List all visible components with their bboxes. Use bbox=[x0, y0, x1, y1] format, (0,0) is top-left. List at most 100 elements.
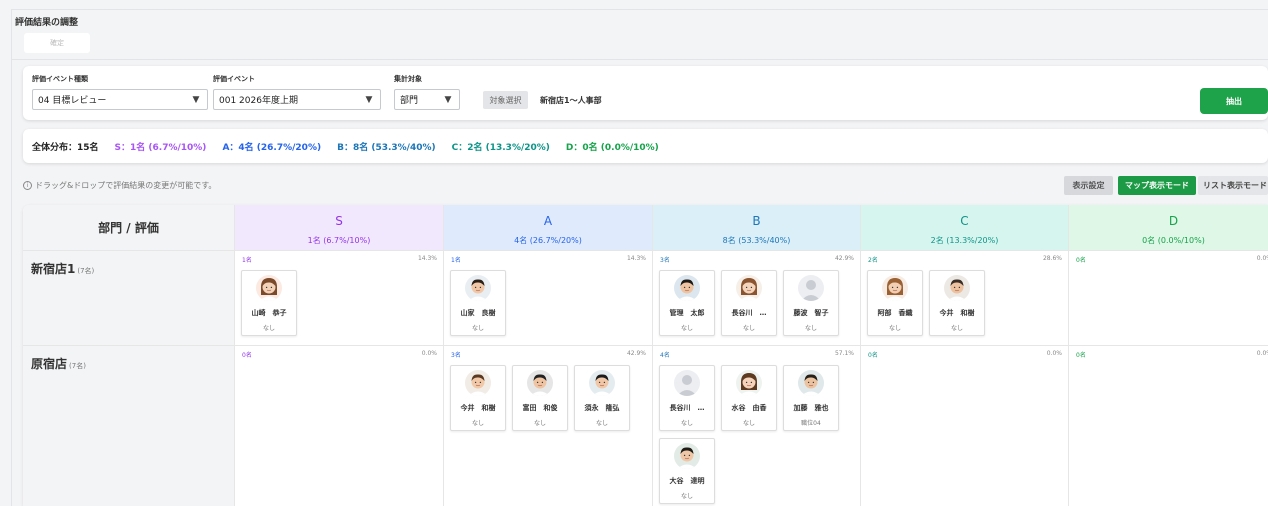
cell-percent: 28.6% bbox=[1042, 255, 1062, 262]
filter-panel: 評価イベント種類 04 目標レビュー ▼ 評価イベント 001 2026年度上期… bbox=[23, 66, 1268, 120]
chevron-down-icon: ▼ bbox=[365, 94, 373, 105]
event-label: 評価イベント bbox=[213, 75, 255, 83]
employee-grade: なし bbox=[595, 420, 608, 427]
employee-card[interactable]: 山家 良樹 なし bbox=[450, 270, 506, 336]
employee-card[interactable]: 藤波 智子 なし bbox=[783, 270, 839, 336]
employee-name: 今井 和樹 bbox=[939, 309, 975, 317]
distribution-a: A：4名 (26.7%/20%) bbox=[222, 142, 322, 153]
aggregate-select[interactable]: 部門 ▼ bbox=[394, 89, 460, 110]
evaluation-grid: 部門 / 評価 S 1名 (6.7%/10%) A 4名 (26.7%/20%) B 8名… bbox=[23, 205, 1268, 506]
map-mode-button[interactable]: マップ表示モード bbox=[1118, 176, 1196, 195]
grid-cell[interactable]: 3名 42.9% 今井 和樹 なし 富田 和俊 なし 須永 隆弘 なし bbox=[444, 346, 653, 506]
confirm-button[interactable]: 確定 bbox=[24, 33, 90, 53]
cell-count: 0名 bbox=[868, 352, 878, 359]
department-label: 新宿店1 bbox=[31, 262, 76, 276]
employee-card[interactable]: 今井 和樹 なし bbox=[929, 270, 985, 336]
employee-card[interactable]: 大谷 達明 なし bbox=[659, 438, 715, 504]
grade-count: 4名 (26.7%/20%) bbox=[514, 236, 582, 245]
display-settings-button[interactable]: 表示設定 bbox=[1064, 176, 1113, 195]
grade-label: C bbox=[960, 214, 969, 228]
info-icon: i bbox=[23, 181, 32, 190]
avatar bbox=[798, 275, 824, 301]
employee-card[interactable]: 管理 太郎 なし bbox=[659, 270, 715, 336]
cell-percent: 57.1% bbox=[834, 350, 854, 357]
distribution-b: B：8名 (53.3%/40%) bbox=[337, 142, 436, 153]
employee-card[interactable]: 須永 隆弘 なし bbox=[574, 365, 630, 431]
event-value: 001 2026年度上期 bbox=[219, 96, 298, 106]
employee-grade: なし bbox=[742, 325, 755, 332]
cell-count: 3名 bbox=[451, 352, 461, 359]
employee-grade: なし bbox=[471, 325, 484, 332]
employee-name: 山家 良樹 bbox=[460, 309, 496, 317]
column-header-b: B 8名 (53.3%/40%) bbox=[653, 205, 861, 251]
column-header-s: S 1名 (6.7%/10%) bbox=[235, 205, 444, 251]
avatar bbox=[674, 275, 700, 301]
target-text: 新宿店1～人事部 bbox=[540, 96, 602, 105]
avatar bbox=[465, 370, 491, 396]
row-header: 原宿店 (7名) bbox=[23, 346, 235, 506]
employee-card[interactable]: 富田 和俊 なし bbox=[512, 365, 568, 431]
grade-label: A bbox=[543, 214, 553, 228]
grid-cell[interactable]: 1名 14.3% 山家 良樹 なし bbox=[444, 251, 653, 346]
cell-count: 3名 bbox=[660, 257, 670, 264]
employee-card[interactable]: 長谷川 … なし bbox=[659, 365, 715, 431]
grid-cell[interactable]: 0名 0.0% bbox=[235, 346, 444, 506]
distribution-total: 全体分布：15名 bbox=[32, 142, 99, 153]
employee-card[interactable]: 今井 和樹 なし bbox=[450, 365, 506, 431]
avatar bbox=[256, 275, 282, 301]
list-mode-button[interactable]: リスト表示モード bbox=[1198, 176, 1268, 195]
avatar bbox=[798, 370, 824, 396]
employee-card[interactable]: 長谷川 … なし bbox=[721, 270, 777, 336]
grade-count: 8名 (53.3%/40%) bbox=[722, 236, 791, 245]
avatar bbox=[589, 370, 615, 396]
grid-cell[interactable]: 3名 42.9% 管理 太郎 なし 長谷川 … なし 藤波 智子 なし bbox=[653, 251, 861, 346]
employee-card[interactable]: 水谷 由香 なし bbox=[721, 365, 777, 431]
grade-count: 1名 (6.7%/10%) bbox=[307, 236, 371, 245]
employee-grade: なし bbox=[680, 493, 693, 500]
hint-text: ドラッグ&ドロップで評価結果の変更が可能です。 bbox=[35, 181, 217, 190]
grid-cell[interactable]: 4名 57.1% 長谷川 … なし 水谷 由香 なし 加藤 雅也 職位04 大谷 達明 なし bbox=[653, 346, 861, 506]
grid-cell[interactable]: 0名 0.0% bbox=[1069, 346, 1268, 506]
grid-corner-header: 部門 / 評価 bbox=[23, 205, 235, 251]
cell-percent: 0.0% bbox=[1256, 255, 1268, 262]
cell-count: 4名 bbox=[660, 352, 670, 359]
event-select[interactable]: 001 2026年度上期 ▼ bbox=[213, 89, 381, 110]
employee-grade: なし bbox=[262, 325, 275, 332]
aggregate-label: 集計対象 bbox=[394, 75, 422, 83]
employee-card[interactable]: 山崎 恭子 なし bbox=[241, 270, 297, 336]
employee-name: 管理 太郎 bbox=[669, 309, 705, 317]
cell-count: 1名 bbox=[242, 257, 252, 264]
distribution-c: C：2名 (13.3%/20%) bbox=[451, 142, 550, 153]
grid-cell[interactable]: 2名 28.6% 阿部 香織 なし 今井 和樹 なし bbox=[861, 251, 1069, 346]
employee-grade: なし bbox=[888, 325, 901, 332]
extract-button[interactable]: 抽出 bbox=[1200, 88, 1268, 114]
employee-card[interactable]: 加藤 雅也 職位04 bbox=[783, 365, 839, 431]
event-type-value: 04 目標レビュー bbox=[38, 96, 107, 106]
divider bbox=[11, 59, 1268, 60]
distribution-d: D：0名 (0.0%/10%) bbox=[565, 142, 659, 153]
employee-grade: なし bbox=[680, 325, 693, 332]
employee-grade: なし bbox=[804, 325, 817, 332]
event-type-select[interactable]: 04 目標レビュー ▼ bbox=[32, 89, 208, 110]
employee-name: 富田 和俊 bbox=[522, 404, 558, 412]
employee-card[interactable]: 阿部 香織 なし bbox=[867, 270, 923, 336]
avatar bbox=[674, 370, 700, 396]
department-name: 原宿店 (7名) bbox=[31, 355, 86, 372]
employee-grade: なし bbox=[533, 420, 546, 427]
cell-count: 0名 bbox=[1076, 257, 1086, 264]
department-headcount: (7名) bbox=[69, 362, 86, 370]
cell-percent: 0.0% bbox=[1046, 350, 1062, 357]
grid-cell[interactable]: 1名 14.3% 山崎 恭子 なし bbox=[235, 251, 444, 346]
grade-label: D bbox=[1168, 214, 1179, 228]
cell-percent: 42.9% bbox=[626, 350, 646, 357]
distribution-s: S：1名 (6.7%/10%) bbox=[114, 142, 207, 153]
drag-hint: i ドラッグ&ドロップで評価結果の変更が可能です。 bbox=[23, 180, 216, 191]
grid-cell[interactable]: 0名 0.0% bbox=[861, 346, 1069, 506]
grid-cell[interactable]: 0名 0.0% bbox=[1069, 251, 1268, 346]
avatar bbox=[736, 275, 762, 301]
grade-count: 2名 (13.3%/20%) bbox=[930, 236, 999, 245]
avatar bbox=[465, 275, 491, 301]
target-select-button[interactable]: 対象選択 bbox=[483, 91, 528, 109]
cell-percent: 0.0% bbox=[1256, 350, 1268, 357]
chevron-down-icon: ▼ bbox=[444, 94, 452, 105]
